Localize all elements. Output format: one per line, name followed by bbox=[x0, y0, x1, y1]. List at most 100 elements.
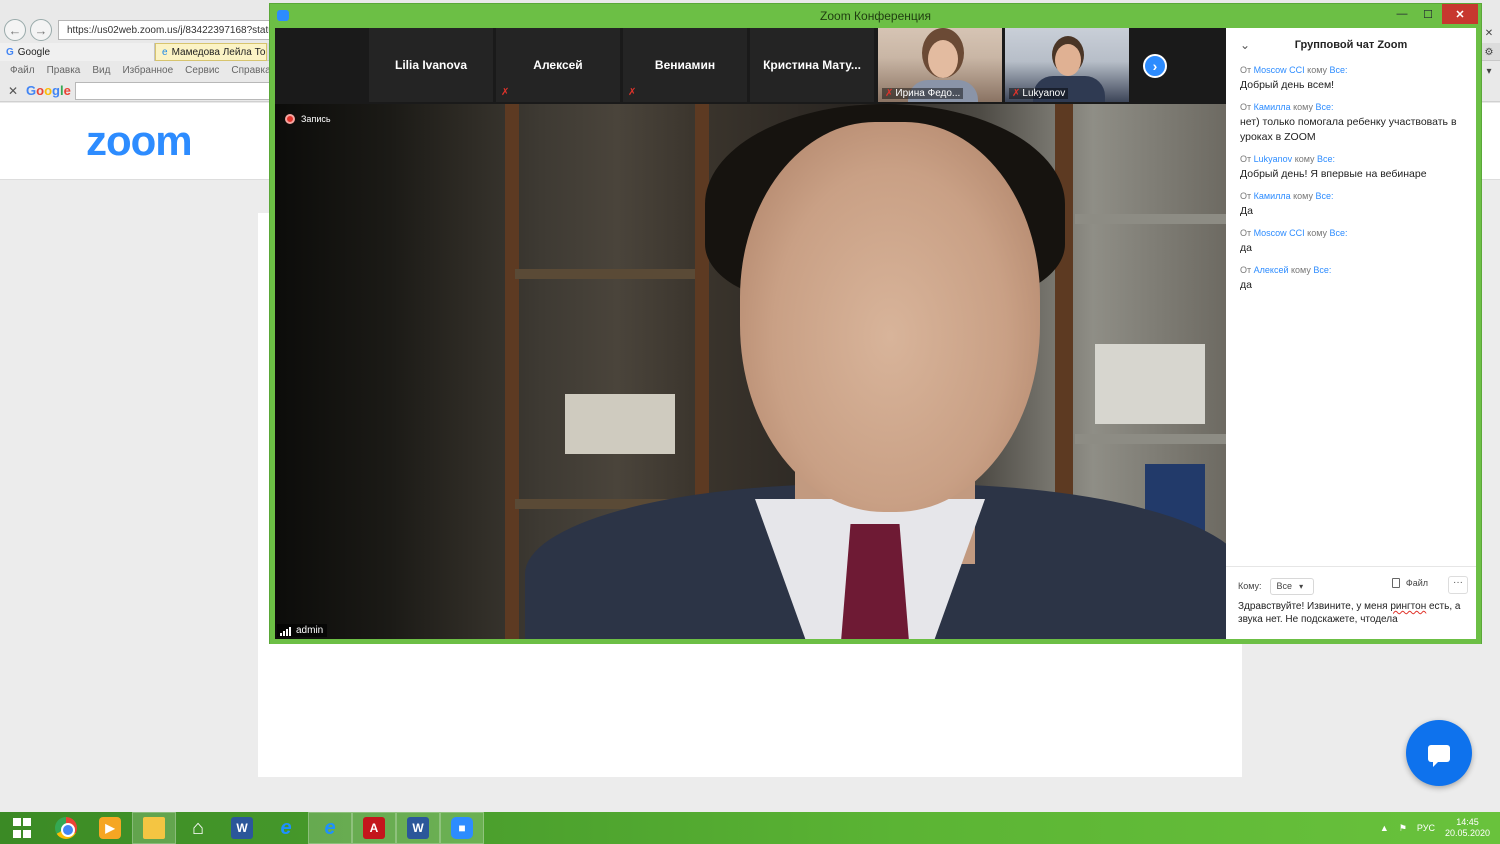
chat-message-input[interactable]: Здравствуйте! Извините, у меня рингтон е… bbox=[1238, 600, 1470, 626]
menu-tools[interactable]: Сервис bbox=[185, 65, 219, 76]
speaker-face bbox=[740, 122, 1040, 512]
taskbar-media-player[interactable]: ▶ bbox=[88, 812, 132, 844]
recipient-link[interactable]: Все: bbox=[1317, 154, 1335, 164]
recipient-link[interactable]: Все: bbox=[1316, 191, 1334, 201]
ie-icon: e bbox=[324, 816, 336, 839]
participant-name: ✗ Ирина Федо... bbox=[882, 88, 964, 99]
sender-link[interactable]: Камилла bbox=[1254, 191, 1291, 201]
chat-message: От Lukyanov кому Все: Добрый день! Я впе… bbox=[1240, 154, 1470, 182]
file-label: Файл bbox=[1405, 578, 1428, 588]
taskbar-acrobat[interactable]: A bbox=[352, 812, 396, 844]
start-button[interactable] bbox=[0, 812, 44, 844]
participant-video-tile[interactable]: ✗ Lukyanov bbox=[1005, 28, 1129, 102]
recipient-link[interactable]: Все: bbox=[1316, 102, 1334, 112]
tray-expand-icon[interactable]: ▲ bbox=[1380, 823, 1389, 833]
bookshelf bbox=[515, 269, 695, 279]
address-bar[interactable]: https://us02web.zoom.us/j/83422397168?st… bbox=[58, 20, 278, 40]
menu-help[interactable]: Справка bbox=[231, 65, 270, 76]
language-indicator[interactable]: РУС bbox=[1417, 823, 1435, 833]
chat-messages: От Moscow CCI кому Все: Добрый день всем… bbox=[1240, 65, 1470, 302]
message-meta: От Lukyanov кому Все: bbox=[1240, 154, 1336, 164]
pdf-icon: A bbox=[363, 817, 385, 839]
settings-icon[interactable]: ⚙ bbox=[1480, 47, 1498, 58]
close-icon[interactable]: ✕ bbox=[8, 84, 22, 98]
tab-label: Google bbox=[17, 46, 51, 58]
chat-header: ⌄ Групповой чат Zoom bbox=[1226, 28, 1476, 64]
speaker-name: admin bbox=[296, 625, 324, 636]
menu-view[interactable]: Вид bbox=[92, 65, 110, 76]
chevron-down-icon: ▾ bbox=[1299, 581, 1304, 591]
menu-edit[interactable]: Правка bbox=[47, 65, 81, 76]
tab-google[interactable]: G Google bbox=[0, 43, 155, 61]
sender-link[interactable]: Lukyanov bbox=[1254, 154, 1293, 164]
menu-file[interactable]: Файл bbox=[10, 65, 35, 76]
flag-icon[interactable]: ⚑ bbox=[1399, 823, 1407, 834]
participant-name: Вениамин bbox=[654, 58, 716, 72]
sender-link[interactable]: Камилла bbox=[1254, 102, 1291, 112]
zoom-logo[interactable]: zoom bbox=[86, 117, 193, 165]
taskbar-word-open[interactable]: W bbox=[396, 812, 440, 844]
taskbar-chrome[interactable] bbox=[44, 812, 88, 844]
recipient-select[interactable]: Все ▾ bbox=[1269, 577, 1314, 595]
participant-tile[interactable]: Алексей ✗ bbox=[496, 28, 620, 102]
message-text: Добрый день! Я впервые на вебинаре bbox=[1240, 168, 1427, 180]
meeting-area: Lilia Ivanova Алексей ✗ Вениамин ✗ Крист… bbox=[275, 28, 1226, 639]
chat-message: От Камилла кому Все: нет) только помогал… bbox=[1240, 102, 1470, 145]
menu-favorites[interactable]: Избранное bbox=[122, 65, 173, 76]
sender-link[interactable]: Алексей bbox=[1254, 265, 1289, 275]
participant-name: Алексей bbox=[533, 58, 583, 72]
window-titlebar[interactable]: Zoom Конференция — ☐ ✕ bbox=[270, 4, 1481, 28]
participant-strip: Lilia Ivanova Алексей ✗ Вениамин ✗ Крист… bbox=[275, 28, 1226, 104]
participant-video bbox=[928, 40, 958, 78]
message-meta: От Moscow CCI кому Все: bbox=[1240, 65, 1348, 75]
recipient-link[interactable]: Все: bbox=[1330, 228, 1348, 238]
taskbar-zoom[interactable]: ■ bbox=[440, 812, 484, 844]
taskbar: ▶ ⌂ W e e A W ■ ▲ ⚑ РУС 14:45 20.05.2020 bbox=[0, 812, 1500, 844]
muted-mic-icon: ✗ bbox=[885, 88, 894, 99]
speaker-name-label: admin bbox=[277, 624, 328, 637]
sender-link[interactable]: Moscow CCI bbox=[1254, 228, 1305, 238]
participant-tile[interactable]: Вениамин ✗ bbox=[623, 28, 747, 102]
recipient-link[interactable]: Все: bbox=[1330, 65, 1348, 75]
chevron-down-icon[interactable]: ▾ bbox=[1480, 66, 1498, 77]
file-button[interactable]: Файл bbox=[1391, 578, 1428, 588]
clock-date: 20.05.2020 bbox=[1444, 828, 1490, 838]
close-icon[interactable]: ✕ bbox=[1480, 28, 1498, 39]
muted-mic-icon: ✗ bbox=[501, 87, 510, 98]
sender-link[interactable]: Moscow CCI bbox=[1254, 65, 1305, 75]
clock[interactable]: 14:45 20.05.2020 bbox=[1445, 817, 1490, 839]
chat-bubble-icon bbox=[1428, 744, 1450, 767]
taskbar-home[interactable]: ⌂ bbox=[176, 812, 220, 844]
message-meta: От Алексей кому Все: bbox=[1240, 265, 1332, 275]
back-arrow-icon[interactable]: ← bbox=[4, 19, 26, 41]
close-button[interactable]: ✕ bbox=[1442, 4, 1478, 24]
message-text: Добрый день всем! bbox=[1240, 79, 1335, 91]
participant-video-tile[interactable]: ✗ Ирина Федо... bbox=[878, 28, 1002, 102]
google-search-input[interactable] bbox=[74, 81, 275, 100]
bookshelf-post bbox=[505, 104, 519, 639]
minimize-button[interactable]: — bbox=[1389, 4, 1415, 24]
recipient-row: Кому: Все ▾ Файл ··· bbox=[1238, 576, 1468, 595]
google-icon: G bbox=[6, 46, 14, 58]
forward-arrow-icon[interactable]: → bbox=[30, 19, 52, 41]
bookshelf bbox=[1075, 434, 1226, 444]
support-chat-button[interactable] bbox=[1406, 720, 1472, 786]
recipient-link[interactable]: Все: bbox=[1313, 265, 1331, 275]
chevron-right-icon[interactable]: › bbox=[1143, 54, 1167, 78]
file-icon bbox=[1391, 578, 1400, 588]
taskbar-word[interactable]: W bbox=[220, 812, 264, 844]
maximize-button[interactable]: ☐ bbox=[1415, 4, 1441, 24]
participant-tile[interactable]: Кристина Мату... bbox=[750, 28, 874, 102]
taskbar-ie-open[interactable]: e bbox=[308, 812, 352, 844]
speaker-tie bbox=[840, 524, 910, 639]
ie-icon: e bbox=[162, 46, 168, 58]
window-title: Zoom Конференция bbox=[820, 9, 931, 23]
taskbar-explorer[interactable] bbox=[132, 812, 176, 844]
more-options-button[interactable]: ··· bbox=[1448, 576, 1468, 594]
active-speaker-video: Запись admin bbox=[275, 104, 1226, 639]
books bbox=[1095, 344, 1205, 424]
taskbar-ie[interactable]: e bbox=[264, 812, 308, 844]
participant-name: ✗ Lukyanov bbox=[1009, 88, 1069, 99]
tab-active[interactable]: e Мамедова Лейла Тоф bbox=[155, 43, 267, 61]
participant-tile[interactable]: Lilia Ivanova bbox=[369, 28, 493, 102]
